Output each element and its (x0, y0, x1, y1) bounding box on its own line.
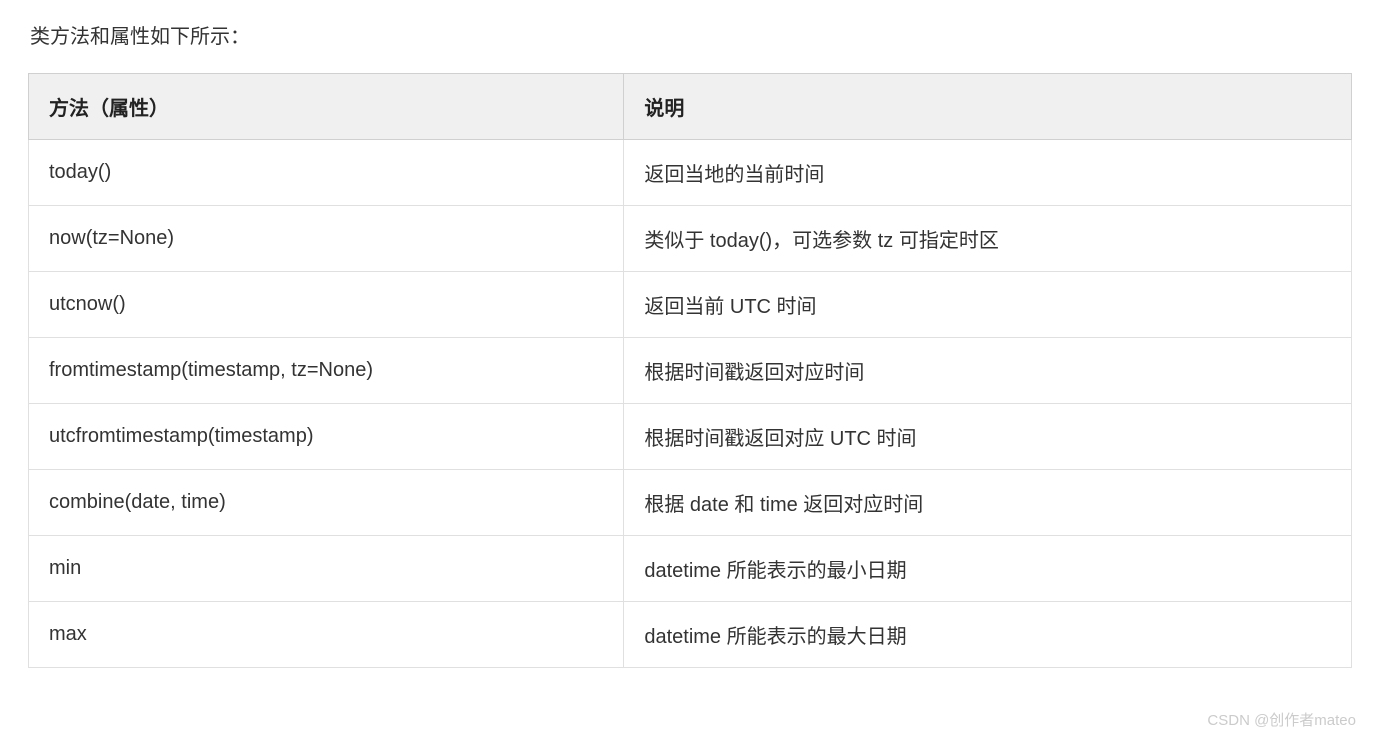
header-description: 说明 (624, 74, 1352, 140)
cell-description: 根据时间戳返回对应时间 (624, 338, 1352, 404)
cell-method: now(tz=None) (29, 206, 624, 272)
cell-method: today() (29, 140, 624, 206)
cell-description: 返回当前 UTC 时间 (624, 272, 1352, 338)
cell-method: utcfromtimestamp(timestamp) (29, 404, 624, 470)
cell-description: 类似于 today()，可选参数 tz 可指定时区 (624, 206, 1352, 272)
cell-description: 返回当地的当前时间 (624, 140, 1352, 206)
cell-method: min (29, 536, 624, 602)
table-row: min datetime 所能表示的最小日期 (29, 536, 1352, 602)
table-row: fromtimestamp(timestamp, tz=None) 根据时间戳返… (29, 338, 1352, 404)
cell-description: datetime 所能表示的最大日期 (624, 602, 1352, 668)
watermark: CSDN @创作者mateo (1207, 709, 1356, 730)
table-row: combine(date, time) 根据 date 和 time 返回对应时… (29, 470, 1352, 536)
table-row: utcnow() 返回当前 UTC 时间 (29, 272, 1352, 338)
table-header-row: 方法（属性） 说明 (29, 74, 1352, 140)
cell-method: combine(date, time) (29, 470, 624, 536)
table-row: max datetime 所能表示的最大日期 (29, 602, 1352, 668)
table-row: now(tz=None) 类似于 today()，可选参数 tz 可指定时区 (29, 206, 1352, 272)
methods-table: 方法（属性） 说明 today() 返回当地的当前时间 now(tz=None)… (28, 73, 1352, 668)
cell-method: utcnow() (29, 272, 624, 338)
header-method: 方法（属性） (29, 74, 624, 140)
cell-description: datetime 所能表示的最小日期 (624, 536, 1352, 602)
cell-method: fromtimestamp(timestamp, tz=None) (29, 338, 624, 404)
intro-text: 类方法和属性如下所示： (28, 20, 1352, 49)
cell-method: max (29, 602, 624, 668)
table-row: utcfromtimestamp(timestamp) 根据时间戳返回对应 UT… (29, 404, 1352, 470)
cell-description: 根据时间戳返回对应 UTC 时间 (624, 404, 1352, 470)
cell-description: 根据 date 和 time 返回对应时间 (624, 470, 1352, 536)
table-row: today() 返回当地的当前时间 (29, 140, 1352, 206)
